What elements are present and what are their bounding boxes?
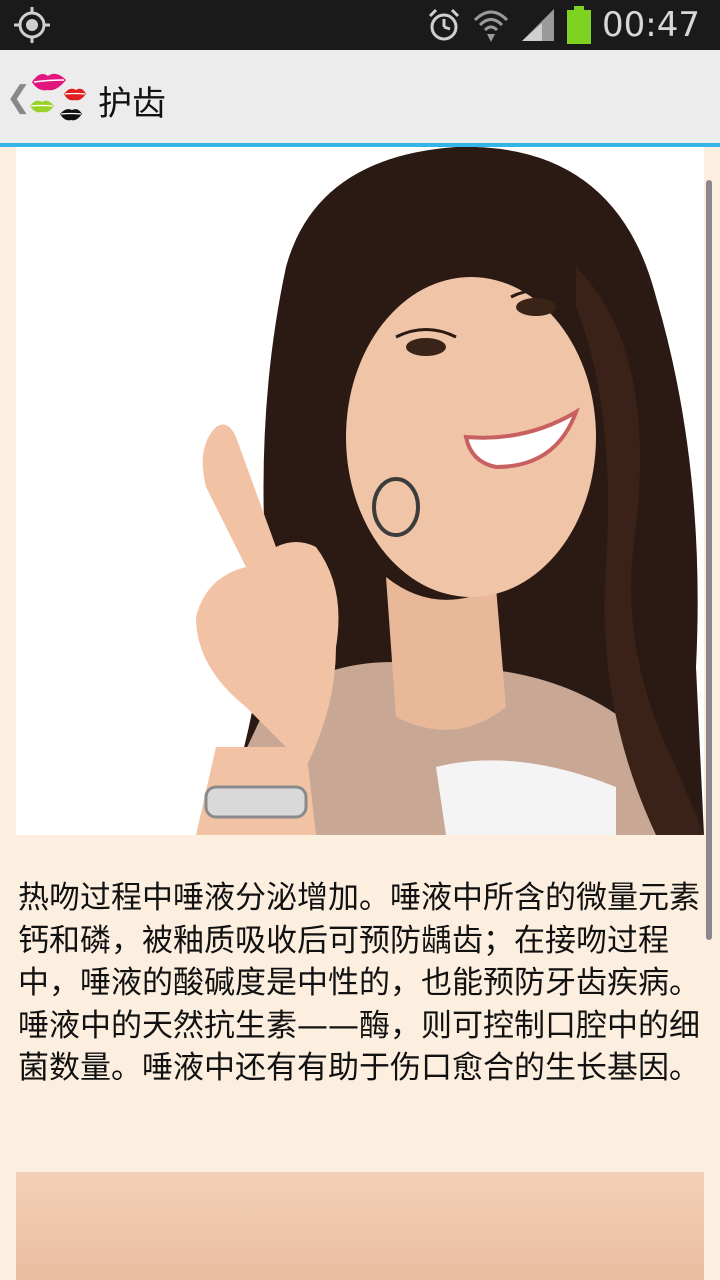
signal-icon [522, 9, 555, 41]
gps-icon [14, 7, 50, 43]
article-content[interactable]: 热吻过程中唾液分泌增加。唾液中所含的微量元素钙和磷，被釉质吸收后可预防龋齿；在接… [0, 147, 720, 1280]
article-photo-partial [16, 1172, 704, 1280]
status-clock: 00:47 [602, 5, 700, 45]
woman-photo-illustration [16, 147, 704, 835]
wifi-icon [473, 10, 509, 42]
status-bar: 00:47 [0, 0, 720, 50]
article-photo-woman [16, 147, 704, 835]
page-title: 护齿 [98, 84, 166, 124]
scrollbar[interactable] [706, 180, 712, 940]
lips-logo-icon[interactable] [26, 68, 88, 128]
article-paragraph: 热吻过程中唾液分泌增加。唾液中所含的微量元素钙和磷，被釉质吸收后可预防龋齿；在接… [18, 880, 700, 1086]
alarm-icon [428, 8, 460, 41]
action-bar: ❮ 护齿 [0, 50, 720, 147]
battery-icon [567, 6, 592, 44]
